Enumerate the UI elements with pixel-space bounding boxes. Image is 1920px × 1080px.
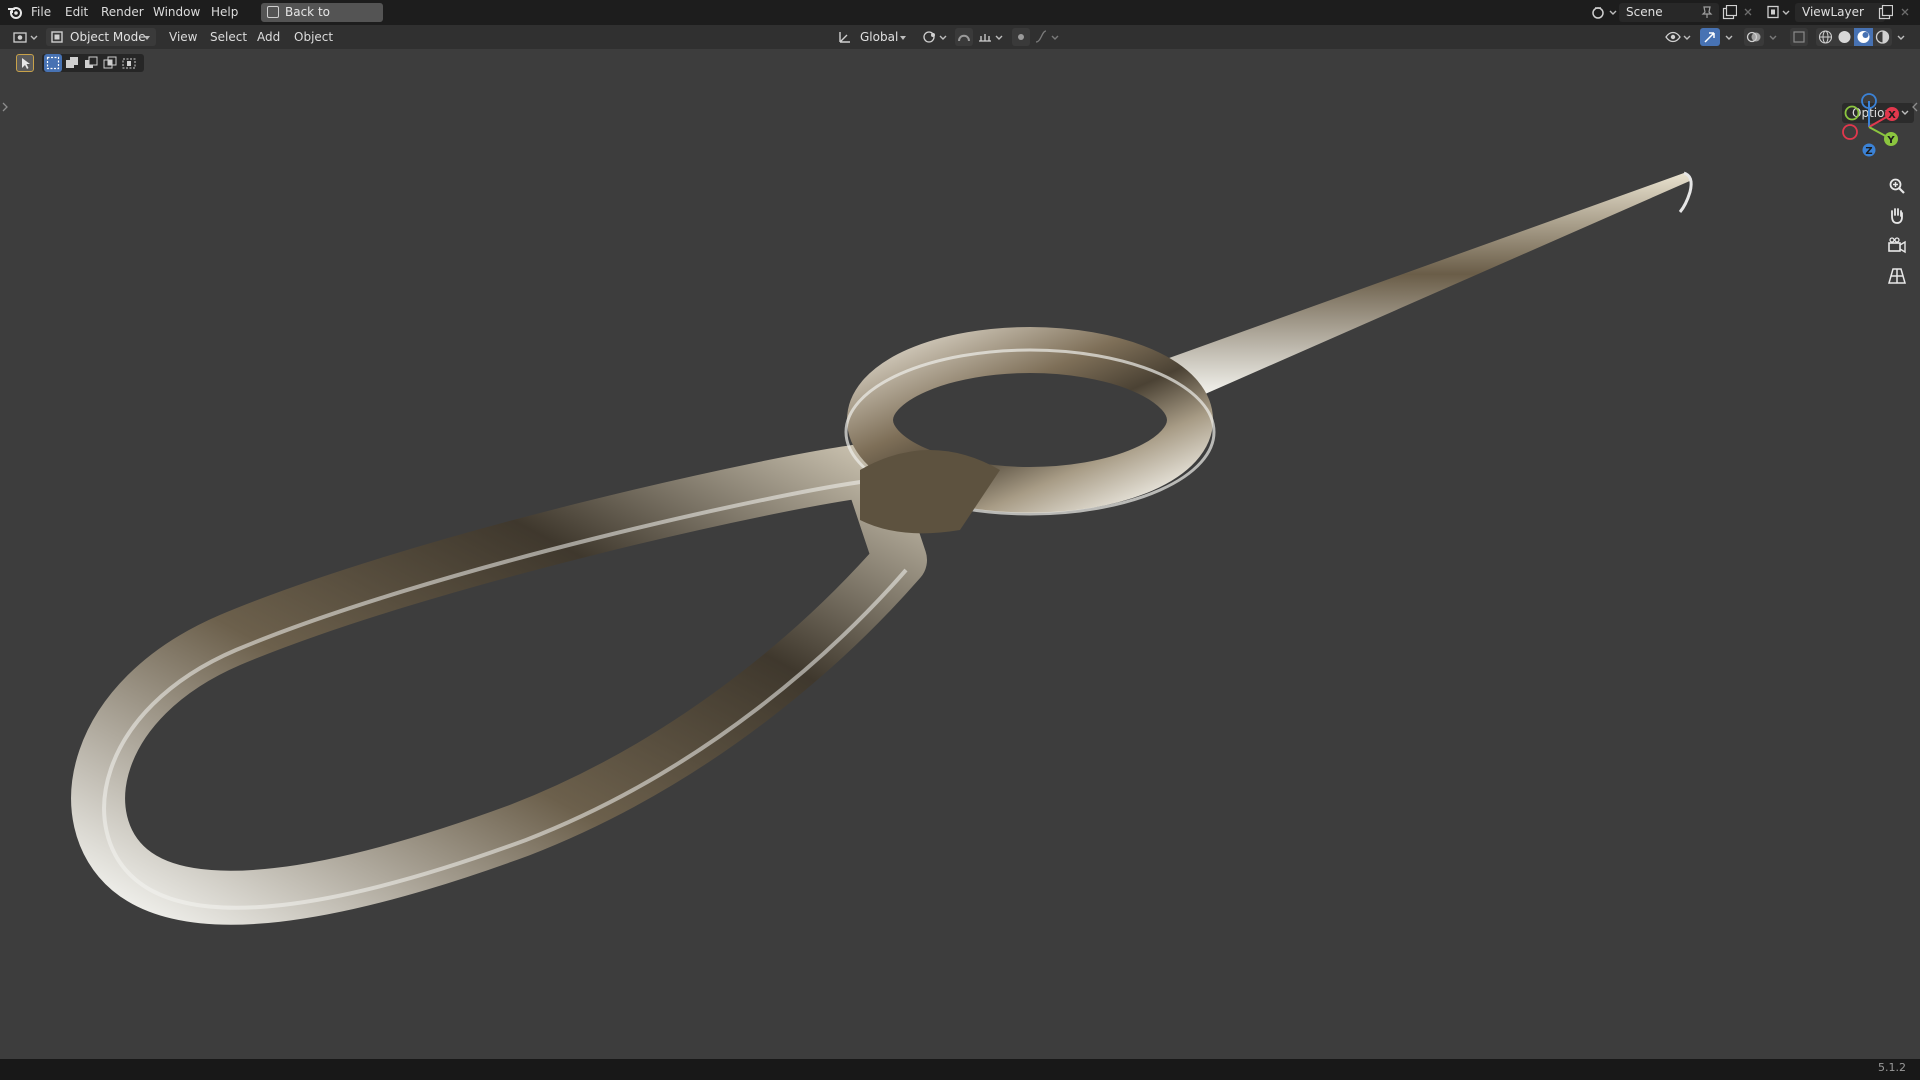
grid-perspective-icon bbox=[1888, 268, 1906, 284]
orientation-label: Global bbox=[860, 30, 899, 44]
3d-model-loop-hook[interactable] bbox=[0, 49, 1920, 1059]
view-layer-name: ViewLayer bbox=[1802, 5, 1864, 19]
menu-select[interactable]: Select bbox=[210, 25, 247, 49]
shading-wireframe-button[interactable] bbox=[1816, 28, 1835, 46]
version-label: 5.1.2 bbox=[1878, 1061, 1906, 1074]
overlays-toggle[interactable] bbox=[1744, 28, 1764, 46]
menu-add[interactable]: Add bbox=[257, 25, 280, 49]
pan-button[interactable] bbox=[1885, 204, 1909, 228]
overlays-dropdown[interactable] bbox=[1766, 28, 1780, 46]
object-visibility-dropdown[interactable] bbox=[1664, 28, 1694, 46]
menu-edit[interactable]: Edit bbox=[65, 0, 88, 25]
perspective-toggle-button[interactable] bbox=[1885, 264, 1909, 288]
gizmo-dropdown[interactable] bbox=[1722, 28, 1736, 46]
back-to-previous-button[interactable]: Back to Previous bbox=[261, 3, 383, 38]
chevron-down-icon bbox=[1725, 35, 1733, 40]
snap-icon bbox=[958, 34, 970, 42]
pivot-point-dropdown[interactable] bbox=[922, 28, 950, 46]
shading-dropdown[interactable] bbox=[1894, 28, 1908, 46]
top-bar: File Edit Render Window Help Back to Pre… bbox=[0, 0, 1920, 38]
navigation-gizmo[interactable]: X Y Z bbox=[1838, 89, 1908, 159]
chevron-down-icon bbox=[144, 28, 150, 46]
gizmo-y-label: Y bbox=[1886, 135, 1895, 146]
transform-orientation-icon bbox=[839, 32, 850, 43]
xray-icon bbox=[1793, 31, 1805, 43]
scene-type-icon[interactable] bbox=[1590, 4, 1618, 21]
rendered-shading-icon bbox=[1875, 30, 1890, 44]
hand-icon bbox=[1891, 208, 1903, 224]
camera-view-button[interactable] bbox=[1885, 234, 1909, 258]
eye-icon bbox=[1665, 31, 1691, 43]
editor-type-button[interactable] bbox=[10, 28, 40, 46]
editor-type-icon bbox=[13, 32, 38, 43]
menu-help[interactable]: Help bbox=[211, 0, 238, 25]
menu-window[interactable]: Window bbox=[153, 0, 200, 25]
chevron-down-icon bbox=[1769, 35, 1777, 40]
falloff-curve-icon bbox=[1035, 30, 1059, 43]
view-layer-field[interactable]: ViewLayer bbox=[1795, 3, 1885, 22]
shading-solid-button[interactable] bbox=[1835, 28, 1854, 46]
status-bar: 5.1.2 bbox=[0, 1059, 1920, 1080]
chevron-down-icon bbox=[900, 28, 906, 46]
blender-logo-icon[interactable] bbox=[7, 5, 23, 20]
shading-material-button[interactable] bbox=[1854, 28, 1873, 46]
gizmo-toggle[interactable] bbox=[1700, 28, 1720, 46]
scene-name: Scene bbox=[1626, 5, 1663, 19]
menu-render[interactable]: Render bbox=[101, 0, 144, 25]
snap-toggle[interactable] bbox=[955, 28, 973, 46]
gizmo-x-label: X bbox=[1888, 110, 1896, 121]
xray-toggle[interactable] bbox=[1790, 28, 1808, 46]
transform-orientation-dropdown[interactable]: Global bbox=[838, 28, 914, 46]
close-scene-icon[interactable] bbox=[1743, 7, 1753, 17]
close-view-layer-icon[interactable] bbox=[1900, 7, 1910, 17]
object-mode-icon bbox=[51, 31, 63, 43]
view-layer-type-icon[interactable] bbox=[1766, 4, 1794, 21]
new-scene-icon[interactable] bbox=[1722, 5, 1737, 20]
camera-icon bbox=[1888, 237, 1906, 254]
zoom-button[interactable] bbox=[1885, 174, 1909, 198]
mode-label: Object Mode bbox=[70, 30, 146, 44]
proportional-editing-icon bbox=[1018, 34, 1024, 40]
back-icon bbox=[267, 6, 279, 18]
wireframe-icon bbox=[1818, 30, 1833, 44]
menu-view[interactable]: View bbox=[169, 25, 197, 49]
material-preview-icon bbox=[1857, 31, 1870, 43]
viewport-header: Object Mode View Select Add Object Globa… bbox=[0, 25, 1920, 49]
overlays-icon bbox=[1746, 31, 1761, 43]
mode-selector[interactable]: Object Mode bbox=[46, 28, 156, 46]
snap-target-dropdown[interactable] bbox=[976, 28, 1006, 46]
gizmo-icon bbox=[1704, 32, 1715, 43]
solid-shading-icon bbox=[1838, 31, 1851, 43]
menu-file[interactable]: File bbox=[31, 0, 51, 25]
shading-rendered-button[interactable] bbox=[1873, 28, 1892, 46]
new-view-layer-icon[interactable] bbox=[1878, 5, 1893, 20]
3d-viewport[interactable]: Options X Y Z bbox=[0, 49, 1920, 1059]
gizmo-z-label: Z bbox=[1865, 146, 1872, 157]
proportional-falloff-dropdown[interactable] bbox=[1034, 28, 1064, 46]
zoom-icon bbox=[1889, 178, 1905, 194]
menu-object[interactable]: Object bbox=[294, 25, 333, 49]
pin-icon[interactable] bbox=[1701, 6, 1713, 19]
pivot-icon bbox=[923, 31, 947, 43]
chevron-down-icon bbox=[1897, 35, 1905, 40]
scene-name-field[interactable]: Scene bbox=[1619, 3, 1719, 22]
snap-increment-icon bbox=[979, 34, 1003, 42]
proportional-editing-toggle[interactable] bbox=[1012, 28, 1030, 46]
